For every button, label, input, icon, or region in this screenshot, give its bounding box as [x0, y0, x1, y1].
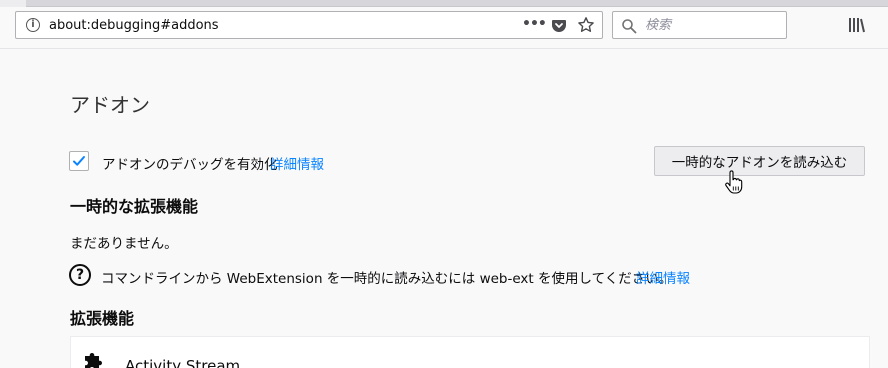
search-icon[interactable] [621, 18, 637, 34]
temporary-extensions-empty: まだありません。 [70, 236, 178, 252]
web-ext-learn-more-link[interactable]: 詳細情報 [636, 267, 690, 287]
extensions-heading: 拡張機能 [70, 309, 135, 328]
search-bar[interactable] [612, 11, 787, 39]
info-icon[interactable]: i [26, 18, 40, 32]
url-bar[interactable]: i about:debugging#addons ••• [15, 11, 603, 39]
puzzle-piece-icon [85, 353, 102, 368]
browser-window: i about:debugging#addons ••• アドオン [0, 0, 888, 368]
extension-name: Activity Stream [125, 357, 241, 368]
page-title: アドオン [70, 93, 150, 117]
debugging-learn-more-link[interactable]: 詳細情報 [270, 153, 324, 173]
tab-strip [0, 0, 888, 7]
checkmark-icon [73, 156, 85, 166]
url-text[interactable]: about:debugging#addons [49, 18, 219, 33]
navigation-toolbar: i about:debugging#addons ••• [0, 0, 888, 49]
web-ext-tip: コマンドラインから WebExtension を一時的に読み込むには web-e… [101, 271, 673, 287]
pocket-icon[interactable] [551, 17, 567, 33]
active-tab-edge[interactable] [26, 0, 888, 7]
enable-debugging-checkbox[interactable] [69, 151, 89, 171]
star-icon[interactable] [577, 16, 595, 34]
load-temporary-addon-button[interactable]: 一時的なアドオンを読み込む [654, 146, 865, 176]
extension-item: Activity Stream [70, 336, 870, 368]
more-horizontal-icon[interactable]: ••• [522, 16, 547, 34]
search-input[interactable] [645, 16, 780, 34]
library-icon[interactable] [848, 17, 868, 33]
temporary-extensions-heading: 一時的な拡張機能 [70, 197, 199, 216]
question-icon: ? [69, 264, 91, 286]
enable-debugging-label[interactable]: アドオンのデバッグを有効化 [102, 153, 278, 173]
hand-cursor-icon [725, 170, 743, 194]
